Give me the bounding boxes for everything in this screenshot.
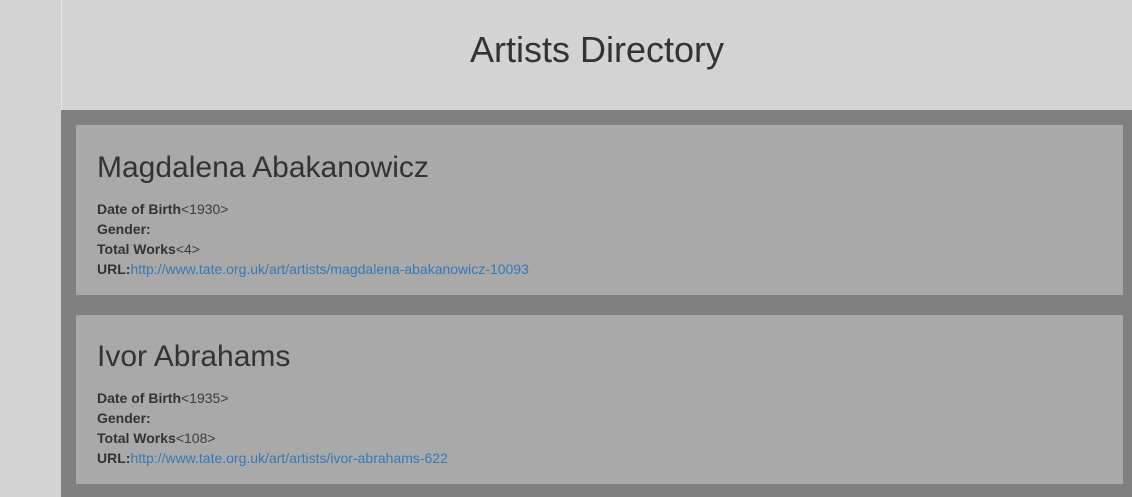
artists-list: Magdalena Abakanowicz Date of Birth<1930… — [61, 110, 1132, 497]
gender-label: Gender: — [97, 410, 151, 426]
dob-value: <1935> — [181, 390, 229, 406]
artist-url-link[interactable]: http://www.tate.org.uk/art/artists/ivor-… — [130, 450, 447, 466]
page-header: Artists Directory — [61, 0, 1132, 110]
artist-url-link[interactable]: http://www.tate.org.uk/art/artists/magda… — [130, 261, 528, 277]
total-works-value: <4> — [175, 241, 200, 257]
url-label: URL: — [97, 261, 131, 277]
dob-row: Date of Birth<1935> — [97, 388, 1102, 408]
left-gutter — [0, 0, 60, 497]
page: Artists Directory Magdalena Abakanowicz … — [61, 0, 1132, 497]
artist-name: Ivor Abrahams — [97, 340, 291, 373]
total-works-label: Total Works — [97, 430, 176, 446]
dob-label: Date of Birth — [97, 201, 181, 217]
artist-name: Magdalena Abakanowicz — [97, 151, 429, 184]
total-works-value: <108> — [175, 430, 216, 446]
gender-label: Gender: — [97, 221, 151, 237]
url-label: URL: — [97, 450, 131, 466]
total-works-label: Total Works — [97, 241, 176, 257]
artist-card: Magdalena Abakanowicz Date of Birth<1930… — [76, 125, 1123, 295]
gender-row: Gender: — [97, 219, 1102, 239]
gender-row: Gender: — [97, 408, 1102, 428]
url-row: URL:http://www.tate.org.uk/art/artists/i… — [97, 448, 1102, 468]
artist-card: Ivor Abrahams Date of Birth<1935> Gender… — [76, 315, 1123, 484]
total-works-row: Total Works<108> — [97, 428, 1102, 448]
url-row: URL:http://www.tate.org.uk/art/artists/m… — [97, 259, 1102, 279]
dob-label: Date of Birth — [97, 390, 181, 406]
page-title: Artists Directory — [469, 29, 725, 70]
dob-row: Date of Birth<1930> — [97, 199, 1102, 219]
total-works-row: Total Works<4> — [97, 239, 1102, 259]
dob-value: <1930> — [181, 201, 229, 217]
